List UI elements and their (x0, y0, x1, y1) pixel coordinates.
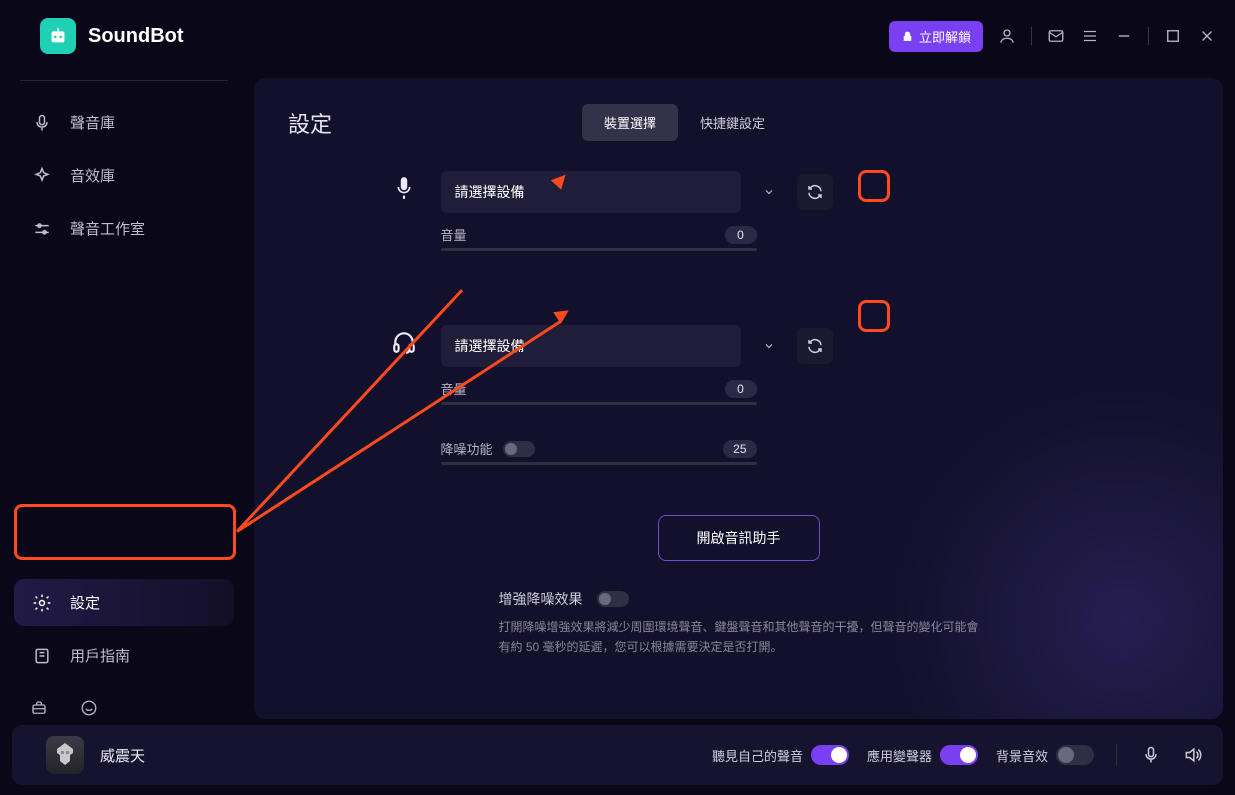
book-icon (32, 646, 52, 666)
menu-icon[interactable] (1080, 26, 1100, 46)
output-select-chevron[interactable] (755, 332, 783, 360)
current-voice-name: 威震天 (100, 745, 145, 766)
enhance-section: 增強降噪效果 打開降噪增強效果將減少周圍環境聲音、鍵盤聲音和其他聲音的干擾，但聲… (499, 589, 979, 658)
sidebar-footer (14, 679, 234, 725)
output-volume-label: 音量 (441, 379, 467, 398)
output-volume-slider[interactable] (441, 402, 757, 405)
output-volume-value: 0 (725, 380, 757, 398)
sidebar-item-label: 用戶指南 (70, 645, 130, 666)
close-icon[interactable] (1197, 26, 1217, 46)
voice-avatar[interactable] (46, 736, 84, 774)
header-actions: 立即解鎖 (889, 21, 1217, 52)
unlock-button[interactable]: 立即解鎖 (889, 21, 983, 52)
mic-device-select[interactable]: 請選擇設備 (441, 171, 741, 213)
sliders-icon (32, 219, 52, 239)
footer-bar: 威震天 聽見自己的聲音 應用變聲器 背景音效 (12, 725, 1223, 785)
sidebar-item-studio[interactable]: 聲音工作室 (14, 205, 234, 252)
gear-icon (32, 593, 52, 613)
sidebar-item-label: 音效庫 (70, 165, 115, 186)
noise-reduction-label: 降噪功能 (441, 439, 535, 458)
sidebar-item-sounds[interactable]: 音效庫 (14, 152, 234, 199)
mic-volume-label: 音量 (441, 225, 467, 244)
mic-refresh-button[interactable] (797, 174, 833, 210)
mic-volume-value: 0 (725, 226, 757, 244)
sidebar: 聲音庫 音效庫 聲音工作室 設定 用戶指南 (0, 72, 248, 725)
lock-icon (901, 30, 914, 43)
hear-self-toggle-group: 聽見自己的聲音 (712, 745, 849, 765)
noise-reduction-toggle[interactable] (503, 441, 535, 457)
footer-mic-icon[interactable] (1139, 743, 1163, 767)
sidebar-item-settings[interactable]: 設定 (14, 579, 234, 626)
output-refresh-button[interactable] (797, 328, 833, 364)
mic-select-chevron[interactable] (755, 178, 783, 206)
sidebar-item-guide[interactable]: 用戶指南 (14, 632, 234, 679)
refresh-icon (806, 337, 824, 355)
audio-assistant-button[interactable]: 開啟音訊助手 (658, 515, 820, 561)
maximize-icon[interactable] (1163, 26, 1183, 46)
headphone-icon (389, 327, 419, 357)
brand-name: SoundBot (88, 25, 184, 48)
tab-hotkeys[interactable]: 快捷鍵設定 (678, 104, 787, 141)
minimize-icon[interactable] (1114, 26, 1134, 46)
output-device-select[interactable]: 請選擇設備 (441, 325, 741, 367)
footer-speaker-icon[interactable] (1181, 743, 1205, 767)
headphone-section: 請選擇設備 音量 0 降噪功能 (389, 325, 1089, 487)
enhance-title: 增強降噪效果 (499, 589, 583, 609)
sparkle-icon (32, 166, 52, 186)
mail-icon[interactable] (1046, 26, 1066, 46)
briefcase-icon[interactable] (28, 697, 50, 719)
chevron-down-icon (763, 186, 775, 198)
settings-tabs: 裝置選擇 快捷鍵設定 (582, 104, 787, 141)
brand-icon (40, 18, 76, 54)
microphone-icon (389, 173, 419, 203)
mic-volume-slider[interactable] (441, 248, 757, 251)
mic-section: 請選擇設備 音量 0 (389, 171, 1089, 273)
voice-changer-toggle[interactable] (940, 745, 978, 765)
sidebar-item-voices[interactable]: 聲音庫 (14, 99, 234, 146)
noise-reduction-value: 25 (723, 440, 756, 458)
hear-self-toggle[interactable] (811, 745, 849, 765)
bg-sound-toggle-group: 背景音效 (996, 745, 1094, 765)
brand: SoundBot (40, 18, 184, 54)
app-header: SoundBot 立即解鎖 (0, 0, 1235, 72)
voice-changer-toggle-group: 應用變聲器 (867, 745, 978, 765)
sidebar-item-label: 聲音庫 (70, 112, 115, 133)
chevron-down-icon (763, 340, 775, 352)
bg-sound-toggle[interactable] (1056, 745, 1094, 765)
refresh-icon (806, 183, 824, 201)
user-icon[interactable] (997, 26, 1017, 46)
page-title: 設定 (288, 107, 332, 139)
mic-icon (32, 113, 52, 133)
enhance-description: 打開降噪增強效果將減少周圍環境聲音、鍵盤聲音和其他聲音的干擾，但聲音的變化可能會… (499, 617, 979, 658)
noise-reduction-slider[interactable] (441, 462, 757, 465)
settings-panel: 設定 裝置選擇 快捷鍵設定 請選擇設備 (254, 78, 1223, 719)
sidebar-item-label: 聲音工作室 (70, 218, 145, 239)
tab-device[interactable]: 裝置選擇 (582, 104, 678, 141)
enhance-toggle[interactable] (597, 591, 629, 607)
sidebar-item-label: 設定 (70, 592, 100, 613)
chat-icon[interactable] (78, 697, 100, 719)
